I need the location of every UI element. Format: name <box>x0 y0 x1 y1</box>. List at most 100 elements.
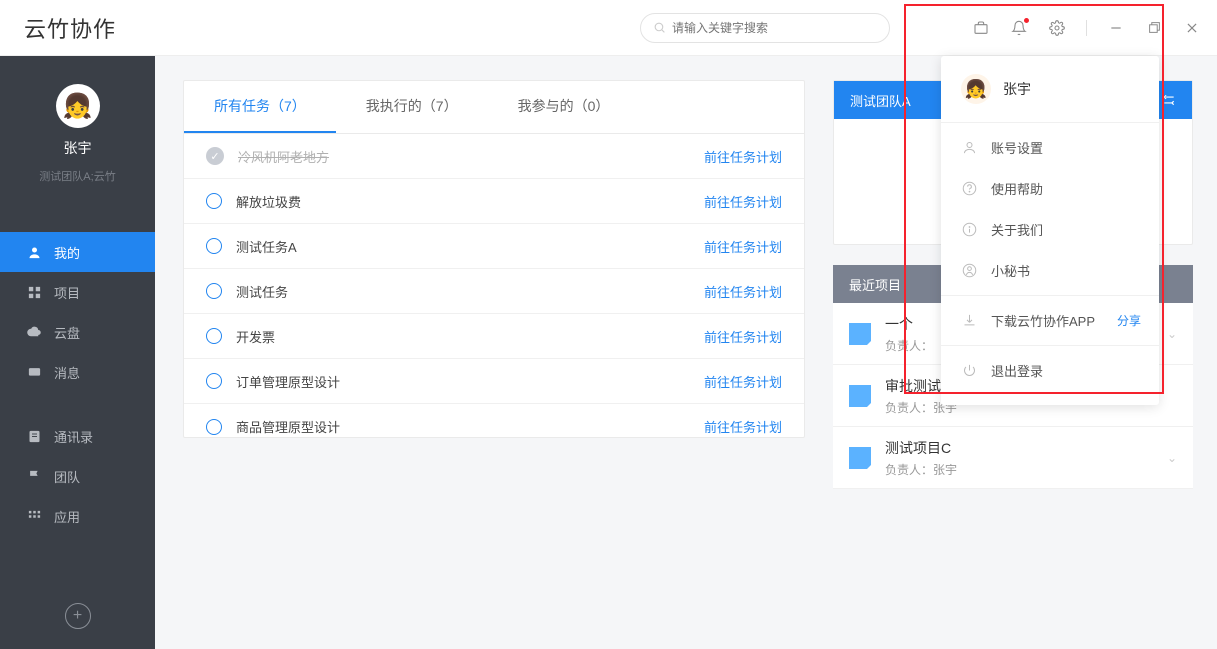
task-row[interactable]: 测试任务 前往任务计划 <box>184 269 804 314</box>
nav-message[interactable]: 消息 <box>0 352 155 392</box>
share-link[interactable]: 分享 <box>1117 312 1141 329</box>
power-icon <box>961 363 977 379</box>
task-panel: 所有任务（7） 我执行的（7） 我参与的（0） ✓ 冷风机阿老地方 前往任务计划… <box>183 80 805 438</box>
task-plan-link[interactable]: 前往任务计划 <box>704 192 782 211</box>
project-folder-icon <box>849 323 871 345</box>
dropdown-about[interactable]: 关于我们 <box>941 209 1159 250</box>
task-row[interactable]: 商品管理原型设计 前往任务计划 <box>184 404 804 437</box>
task-plan-link[interactable]: 前往任务计划 <box>704 237 782 256</box>
nav-contacts[interactable]: 通讯录 <box>0 416 155 456</box>
task-check-icon[interactable] <box>206 238 222 254</box>
user-icon <box>26 244 42 260</box>
nav-label: 我的 <box>54 243 80 262</box>
task-check-icon[interactable] <box>206 419 222 435</box>
avatar: 👧 <box>56 84 100 128</box>
sidebar-profile[interactable]: 👧 张宇 测试团队A;云竹 <box>0 56 155 202</box>
task-title: 解放垃圾费 <box>236 192 704 211</box>
nav-label: 项目 <box>54 283 80 302</box>
project-folder-icon <box>849 447 871 469</box>
cloud-icon <box>26 324 42 340</box>
dropdown-label: 退出登录 <box>991 361 1043 380</box>
nav-project[interactable]: 项目 <box>0 272 155 312</box>
project-folder-icon <box>849 385 871 407</box>
task-title: 开发票 <box>236 327 704 346</box>
info-icon <box>961 222 977 238</box>
sidebar-team-label: 测试团队A;云竹 <box>39 168 115 184</box>
nav-label: 应用 <box>54 507 80 526</box>
chevron-down-icon: ⌄ <box>1167 327 1177 341</box>
briefcase-icon[interactable] <box>972 19 990 37</box>
task-title: 商品管理原型设计 <box>236 417 704 436</box>
dropdown-help[interactable]: 使用帮助 <box>941 168 1159 209</box>
nav-my[interactable]: 我的 <box>0 232 155 272</box>
task-check-icon[interactable] <box>206 283 222 299</box>
date-card-title: 测试团队A <box>850 91 911 110</box>
settings-dropdown: 👧 张宇 账号设置 使用帮助 关于我们 小秘书 下载云竹协作APP 分享 退出登… <box>941 56 1159 405</box>
task-check-icon[interactable] <box>206 193 222 209</box>
help-icon <box>961 181 977 197</box>
nav-label: 消息 <box>54 363 80 382</box>
nav-apps[interactable]: 应用 <box>0 496 155 536</box>
dropdown-label: 账号设置 <box>991 138 1043 157</box>
nav-label: 通讯录 <box>54 427 93 446</box>
task-title: 测试任务A <box>236 237 704 256</box>
gear-icon[interactable] <box>1048 19 1066 37</box>
task-row[interactable]: 订单管理原型设计 前往任务计划 <box>184 359 804 404</box>
dropdown-download-app[interactable]: 下载云竹协作APP 分享 <box>941 300 1159 341</box>
swap-icon[interactable] <box>1162 93 1176 107</box>
task-row[interactable]: ✓ 冷风机阿老地方 前往任务计划 <box>184 134 804 179</box>
tab-participant[interactable]: 我参与的（0） <box>488 81 640 133</box>
task-list: ✓ 冷风机阿老地方 前往任务计划 解放垃圾费 前往任务计划 测试任务A 前往任务… <box>184 134 804 437</box>
task-tabs: 所有任务（7） 我执行的（7） 我参与的（0） <box>184 81 804 134</box>
task-check-done-icon[interactable]: ✓ <box>206 147 224 165</box>
contacts-icon <box>26 428 42 444</box>
titlebar: 云竹协作 <box>0 0 1217 56</box>
app-logo: 云竹协作 <box>24 12 116 44</box>
close-icon[interactable] <box>1183 19 1201 37</box>
dropdown-logout[interactable]: 退出登录 <box>941 350 1159 391</box>
task-row[interactable]: 测试任务A 前往任务计划 <box>184 224 804 269</box>
dropdown-label: 使用帮助 <box>991 179 1043 198</box>
dropdown-label: 关于我们 <box>991 220 1043 239</box>
dropdown-user[interactable]: 👧 张宇 <box>941 70 1159 118</box>
recent-item[interactable]: 测试项目C 负责人：张宇 ⌄ <box>833 427 1193 489</box>
nav-team[interactable]: 团队 <box>0 456 155 496</box>
avatar: 👧 <box>961 74 991 104</box>
task-check-icon[interactable] <box>206 328 222 344</box>
message-icon <box>26 364 42 380</box>
project-icon <box>26 284 42 300</box>
search-box[interactable] <box>640 13 890 43</box>
bell-icon[interactable] <box>1010 19 1028 37</box>
dropdown-label: 下载云竹协作APP <box>991 311 1095 330</box>
tab-executor[interactable]: 我执行的（7） <box>336 81 488 133</box>
notification-dot <box>1023 17 1030 24</box>
task-plan-link[interactable]: 前往任务计划 <box>704 417 782 436</box>
maximize-icon[interactable] <box>1145 19 1163 37</box>
dropdown-account-settings[interactable]: 账号设置 <box>941 127 1159 168</box>
task-check-icon[interactable] <box>206 373 222 389</box>
minimize-icon[interactable] <box>1107 19 1125 37</box>
task-row[interactable]: 解放垃圾费 前往任务计划 <box>184 179 804 224</box>
task-row[interactable]: 开发票 前往任务计划 <box>184 314 804 359</box>
add-button[interactable]: + <box>65 603 91 629</box>
task-title: 订单管理原型设计 <box>236 372 704 391</box>
sidebar-user-name: 张宇 <box>64 138 92 158</box>
chevron-down-icon: ⌄ <box>1167 451 1177 465</box>
sidebar: 👧 张宇 测试团队A;云竹 我的 项目 云盘 消息 通讯录 团队 <box>0 56 155 649</box>
sidebar-nav: 我的 项目 云盘 消息 通讯录 团队 应用 <box>0 232 155 536</box>
nav-cloud[interactable]: 云盘 <box>0 312 155 352</box>
search-icon <box>653 21 666 34</box>
dropdown-assistant[interactable]: 小秘书 <box>941 250 1159 291</box>
dropdown-label: 小秘书 <box>991 261 1030 280</box>
task-plan-link[interactable]: 前往任务计划 <box>704 327 782 346</box>
task-plan-link[interactable]: 前往任务计划 <box>704 282 782 301</box>
dropdown-user-name: 张宇 <box>1003 79 1031 99</box>
tab-all[interactable]: 所有任务（7） <box>184 81 336 133</box>
task-plan-link[interactable]: 前往任务计划 <box>704 372 782 391</box>
nav-label: 云盘 <box>54 323 80 342</box>
task-plan-link[interactable]: 前往任务计划 <box>704 147 782 166</box>
apps-icon <box>26 508 42 524</box>
flag-icon <box>26 468 42 484</box>
search-input[interactable] <box>672 21 877 35</box>
recent-owner: 负责人：张宇 <box>885 461 1153 478</box>
